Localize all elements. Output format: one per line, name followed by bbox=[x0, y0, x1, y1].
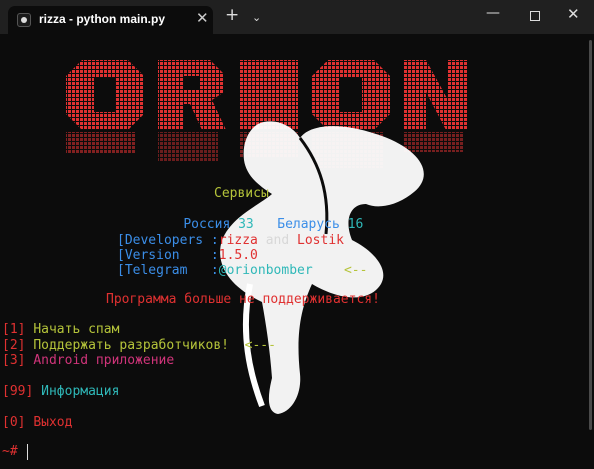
shell-prompt: ~# bbox=[2, 444, 18, 459]
developer-rizza: rizza bbox=[218, 233, 258, 248]
tab-title: rizza - python main.py bbox=[39, 12, 166, 26]
unsupported-notice: Программа больше не поддерживается! bbox=[106, 292, 380, 307]
menu-label: Android приложение bbox=[33, 353, 175, 368]
developers-line: [Developers :rizza and Lostik bbox=[117, 233, 344, 249]
version-key: [Version : bbox=[117, 248, 219, 263]
menu-number: [3] bbox=[2, 353, 26, 368]
title-bar: rizza - python main.py ✕ + ⌄ — ✕ bbox=[0, 0, 594, 34]
menu-label: Выход bbox=[33, 415, 73, 430]
services-title: Сервисы bbox=[214, 186, 269, 201]
developers-and: and bbox=[257, 233, 298, 248]
menu-number: [0] bbox=[2, 415, 26, 430]
russia-label: Россия bbox=[183, 217, 231, 232]
scrollbar-thumb[interactable] bbox=[589, 40, 592, 430]
telegram-line: [Telegram :@orionbomber <-- bbox=[117, 263, 367, 279]
menu-item-support-developers: [2] Поддержать разработчиков! <--- bbox=[2, 338, 276, 354]
maximize-button[interactable] bbox=[530, 11, 540, 21]
menu-number: [2] bbox=[2, 338, 26, 353]
menu-item-android-app: [3] Android приложение bbox=[2, 353, 174, 369]
close-window-button[interactable]: ✕ bbox=[567, 5, 580, 23]
russia-count: 33 bbox=[238, 217, 254, 232]
menu-item-exit: [0] Выход bbox=[2, 415, 72, 431]
developers-key: [Developers : bbox=[117, 233, 219, 248]
menu-number: [99] bbox=[2, 384, 34, 399]
menu-label: Поддержать разработчиков! bbox=[33, 338, 229, 353]
terminal-icon bbox=[17, 13, 31, 27]
menu-item-start-spam: [1] Начать спам bbox=[2, 322, 119, 338]
new-tab-button[interactable]: + bbox=[225, 5, 239, 25]
telegram-arrow: <-- bbox=[343, 263, 368, 278]
telegram-handle: @orionbomber bbox=[218, 263, 313, 278]
minimize-button[interactable]: — bbox=[486, 5, 500, 21]
version-value: 1.5.0 bbox=[218, 248, 258, 263]
close-tab-icon[interactable]: ✕ bbox=[196, 9, 209, 27]
menu-item-information: [99] Информация bbox=[2, 384, 119, 400]
belarus-count: 16 bbox=[347, 217, 364, 232]
orion-banner bbox=[66, 60, 468, 414]
menu-label: Начать спам bbox=[33, 322, 120, 337]
telegram-key: [Telegram : bbox=[117, 263, 219, 278]
menu-label: Информация bbox=[41, 384, 120, 399]
menu-arrow: <--- bbox=[244, 338, 276, 353]
text-cursor bbox=[27, 444, 28, 460]
terminal-tab[interactable]: rizza - python main.py ✕ bbox=[8, 6, 213, 34]
version-line: [Version :1.5.0 bbox=[117, 248, 258, 264]
belarus-label: Беларусь bbox=[277, 217, 340, 232]
terminal-output[interactable]: Сервисы Россия 33 Беларусь 16 [Developer… bbox=[0, 34, 588, 469]
menu-number: [1] bbox=[2, 322, 26, 337]
developer-lostik: Lostik bbox=[297, 233, 344, 248]
chevron-down-icon[interactable]: ⌄ bbox=[252, 11, 261, 24]
